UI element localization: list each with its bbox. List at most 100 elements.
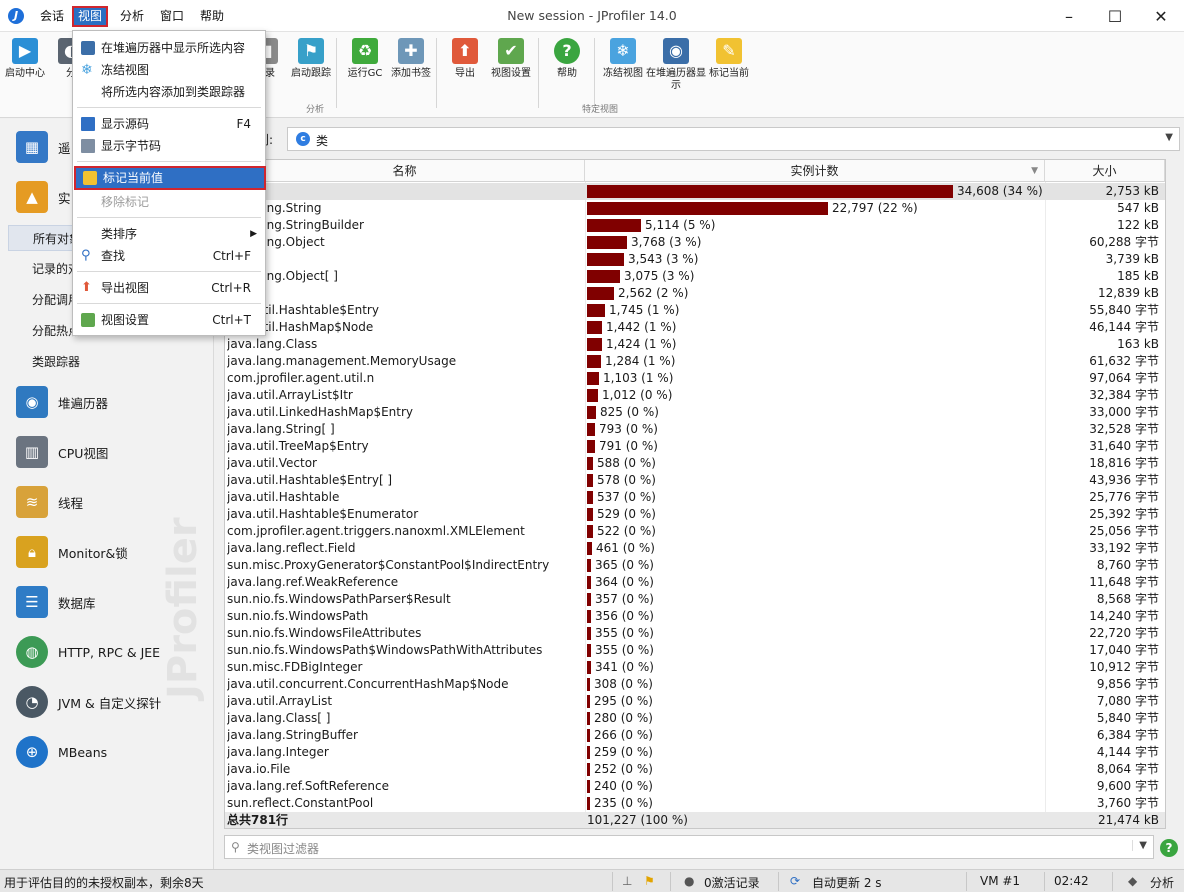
- menu-item-show-source[interactable]: 显示源码 F4: [73, 113, 265, 135]
- table-row[interactable]: java.util.ArrayList$Itr 1,012 (0 %) 32,384…: [225, 387, 1165, 404]
- auto-update-status[interactable]: 自动更新 2 s: [812, 874, 882, 891]
- view-settings-button[interactable]: ✔ 视图设置: [488, 36, 534, 100]
- menu-item-sort-classes[interactable]: 类排序 ▶: [73, 223, 265, 245]
- table-row[interactable]: byte[ ] 2,562 (2 %) 12,839 kB: [225, 285, 1165, 302]
- column-header-count[interactable]: 实例计数 ▼: [585, 160, 1045, 182]
- bytecode-icon: [81, 139, 95, 153]
- table-row[interactable]: java.util.Hashtable$Enumerator 529 (0 %) 2…: [225, 506, 1165, 523]
- add-bookmark-button[interactable]: ✚ 添加书签: [388, 36, 434, 100]
- table-row[interactable]: java.lang.Class 1,424 (1 %) 163 kB: [225, 336, 1165, 353]
- table-row[interactable]: sun.reflect.ConstantPool 235 (0 %) 3,760 字…: [225, 795, 1165, 812]
- aggregation-combo[interactable]: c 类 ▼: [287, 127, 1180, 151]
- menu-window[interactable]: 窗口: [156, 8, 188, 25]
- menu-item-freeze-view[interactable]: ❄ 冻结视图: [73, 59, 265, 81]
- table-row[interactable]: sun.nio.fs.WindowsFileAttributes 355 (0 %…: [225, 625, 1165, 642]
- flag-icon[interactable]: ⚑: [644, 874, 655, 888]
- table-row[interactable]: sun.nio.fs.WindowsPath$WindowsPathWithAt…: [225, 642, 1165, 659]
- menu-item-find[interactable]: ⚲ 查找 Ctrl+F: [73, 245, 265, 267]
- menu-analyze[interactable]: 分析: [116, 8, 148, 25]
- table-row[interactable]: com.jprofiler.agent.triggers.nanoxml.XML…: [225, 523, 1165, 540]
- class-name-cell: java.io.File: [227, 762, 291, 776]
- sidebar-item-http-rpc-jee[interactable]: ◍ HTTP, RPC & JEE: [0, 630, 213, 674]
- sidebar-sub-class-tracker[interactable]: 类跟踪器: [8, 349, 208, 375]
- instance-count-bar: [587, 610, 591, 623]
- export-button[interactable]: ⬆ 导出: [442, 36, 488, 100]
- start-tracking-label: 启动跟踪: [291, 68, 331, 79]
- sidebar-item-monitors-locks[interactable]: 🔒︎ Monitor&锁: [0, 530, 213, 574]
- column-header-size[interactable]: 大小: [1045, 160, 1165, 182]
- run-gc-button[interactable]: ♻ 运行GC: [342, 36, 388, 100]
- table-row[interactable]: java.util.ArrayList 295 (0 %) 7,080 字节: [225, 693, 1165, 710]
- instance-count-cell: 537 (0 %): [587, 489, 1043, 506]
- menu-item-export-view[interactable]: ⬆ 导出视图 Ctrl+R: [73, 277, 265, 299]
- help-button[interactable]: ? 帮助: [544, 36, 590, 100]
- minimize-button[interactable]: –: [1046, 0, 1092, 32]
- help-label: 帮助: [557, 68, 577, 79]
- table-row[interactable]: java.lang.Class[ ] 280 (0 %) 5,840 字节: [225, 710, 1165, 727]
- table-row[interactable]: java.lang.reflect.Field 461 (0 %) 33,192 字…: [225, 540, 1165, 557]
- table-row[interactable]: java.util.Hashtable$Entry 1,745 (1 %) 55,8…: [225, 302, 1165, 319]
- table-row[interactable]: java.lang.ref.SoftReference 240 (0 %) 9,60…: [225, 778, 1165, 795]
- table-row[interactable]: sun.misc.ProxyGenerator$ConstantPool$Ind…: [225, 557, 1165, 574]
- instance-count-value: 240 (0 %): [594, 779, 653, 793]
- table-row[interactable]: java.lang.ref.WeakReference 364 (0 %) 11,6…: [225, 574, 1165, 591]
- table-row[interactable]: java.lang.StringBuffer 266 (0 %) 6,384 字节: [225, 727, 1165, 744]
- table-row[interactable]: java.lang.Integer 259 (0 %) 4,144 字节: [225, 744, 1165, 761]
- menu-view[interactable]: 视图: [71, 6, 109, 27]
- sidebar-item-jvm-probes[interactable]: ◔ JVM & 自定义探针: [0, 680, 213, 724]
- sidebar-item-threads[interactable]: ≋ 线程: [0, 480, 213, 524]
- sidebar-item-databases[interactable]: ☰ 数据库: [0, 580, 213, 624]
- table-row[interactable]: java.util.Hashtable 537 (0 %) 25,776 字节: [225, 489, 1165, 506]
- freeze-view-button[interactable]: ❄ 冻结视图: [600, 36, 646, 100]
- table-row[interactable]: char[ ] 34,608 (34 %) 2,753 kB: [225, 183, 1165, 200]
- size-cell: 4,144 字节: [1096, 745, 1159, 759]
- close-button[interactable]: ✕: [1138, 0, 1184, 32]
- table-row[interactable]: java.util.concurrent.ConcurrentHashMap$N…: [225, 676, 1165, 693]
- sidebar-item-heap-walker[interactable]: ◉ 堆遍历器: [0, 380, 213, 424]
- table-row[interactable]: int[ ] 3,543 (3 %) 3,739 kB: [225, 251, 1165, 268]
- menu-item-show-in-heap-walker[interactable]: 在堆遍历器中显示所选内容: [73, 37, 265, 59]
- menu-item-remove-mark[interactable]: 移除标记: [73, 191, 265, 213]
- table-row[interactable]: java.util.LinkedHashMap$Entry 825 (0 %) 33…: [225, 404, 1165, 421]
- sidebar-item-cpu[interactable]: ▥ CPU视图: [0, 430, 213, 474]
- table-row[interactable]: java.util.Vector 588 (0 %) 18,816 字节: [225, 455, 1165, 472]
- refresh-icon[interactable]: ⟳: [790, 874, 800, 888]
- start-tracking-button[interactable]: ⚑ 启动跟踪: [288, 36, 334, 100]
- instance-count-bar: [587, 491, 593, 504]
- table-row[interactable]: java.lang.Object[ ] 3,075 (3 %) 185 kB: [225, 268, 1165, 285]
- table-row[interactable]: java.lang.String 22,797 (22 %) 547 kB: [225, 200, 1165, 217]
- table-row[interactable]: sun.misc.FDBigInteger 341 (0 %) 10,912 字节: [225, 659, 1165, 676]
- mark-current-button[interactable]: ✎ 标记当前: [706, 36, 752, 100]
- maximize-button[interactable]: ☐: [1092, 0, 1138, 32]
- table-row[interactable]: sun.nio.fs.WindowsPath 356 (0 %) 14,240 字节: [225, 608, 1165, 625]
- sidebar-item-mbeans[interactable]: ⊕ MBeans: [0, 730, 213, 774]
- start-center-button[interactable]: ▶ 启动中心: [2, 36, 48, 100]
- class-name-cell: java.util.LinkedHashMap$Entry: [227, 405, 414, 419]
- class-name-cell: sun.nio.fs.WindowsPath$WindowsPathWithAt…: [227, 643, 543, 657]
- table-row[interactable]: java.io.File 252 (0 %) 8,064 字节: [225, 761, 1165, 778]
- table-row[interactable]: java.util.Hashtable$Entry[ ] 578 (0 %) 43,…: [225, 472, 1165, 489]
- instance-count-cell: 308 (0 %): [587, 676, 1043, 693]
- help-icon[interactable]: ?: [1160, 839, 1178, 857]
- column-header-name[interactable]: 名称: [225, 160, 585, 182]
- table-row[interactable]: java.lang.StringBuilder 5,114 (5 %) 122 kB: [225, 217, 1165, 234]
- class-name-cell: java.lang.ref.SoftReference: [227, 779, 390, 793]
- pin-icon[interactable]: ⊥: [622, 874, 632, 888]
- table-row[interactable]: com.jprofiler.agent.util.n 1,103 (1 %) 97,…: [225, 370, 1165, 387]
- table-row[interactable]: java.lang.management.MemoryUsage 1,284 (1…: [225, 353, 1165, 370]
- table-row[interactable]: java.lang.Object 3,768 (3 %) 60,288 字节: [225, 234, 1165, 251]
- view-filter-input[interactable]: ⚲ 类视图过滤器 ▼: [224, 835, 1154, 859]
- table-row[interactable]: java.util.TreeMap$Entry 791 (0 %) 31,640 字…: [225, 438, 1165, 455]
- show-in-heap-walker-button[interactable]: ◉ 在堆遍历器显示: [646, 36, 706, 100]
- menu-session[interactable]: 会话: [36, 8, 68, 25]
- table-row[interactable]: java.lang.String[ ] 793 (0 %) 32,528 字节: [225, 421, 1165, 438]
- instance-count-value: 34,608 (34 %): [957, 184, 1043, 198]
- table-row[interactable]: java.util.HashMap$Node 1,442 (1 %) 46,144 …: [225, 319, 1165, 336]
- menu-item-show-bytecode[interactable]: 显示字节码: [73, 135, 265, 157]
- menu-help[interactable]: 帮助: [196, 8, 228, 25]
- menu-item-view-settings[interactable]: 视图设置 Ctrl+T: [73, 309, 265, 331]
- table-row[interactable]: sun.nio.fs.WindowsPathParser$Result 357 (…: [225, 591, 1165, 608]
- menu-item-add-to-class-tracker[interactable]: 将所选内容添加到类跟踪器: [73, 81, 265, 103]
- chevron-down-icon[interactable]: ▼: [1132, 840, 1147, 851]
- menu-item-mark-current[interactable]: 标记当前值: [74, 166, 266, 190]
